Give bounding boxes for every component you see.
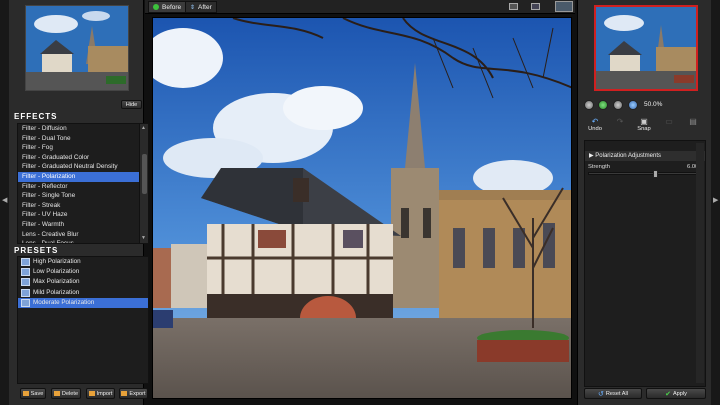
effect-item[interactable]: Filter - Fog — [18, 143, 140, 153]
preview-thumbnail — [25, 5, 129, 91]
effect-item[interactable]: Filter - Graduated Neutral Density — [18, 162, 140, 172]
adjustments-scrollbar[interactable] — [696, 143, 704, 383]
after-indicator-icon: ⇕ — [190, 4, 196, 11]
effect-item[interactable]: Filter - Streak — [18, 201, 140, 211]
right-panel-toggle[interactable]: ▶ — [711, 0, 720, 405]
effect-item[interactable]: Lens - Creative Blur — [18, 230, 140, 240]
effect-item[interactable]: Filter - Reflector — [18, 182, 140, 192]
zoom-in-icon[interactable] — [613, 100, 623, 110]
effects-scrollbar[interactable]: ▲ ▼ — [139, 124, 148, 243]
save-button[interactable]: Save — [20, 388, 46, 399]
redo-button[interactable]: ↷ — [612, 117, 628, 126]
scrollbar-thumb[interactable] — [142, 154, 147, 194]
single-view-icon[interactable] — [509, 3, 518, 10]
preset-item[interactable]: Mild Polarization — [18, 288, 148, 298]
scroll-up-icon[interactable]: ▲ — [141, 125, 146, 131]
image-canvas[interactable] — [152, 17, 572, 399]
effect-item[interactable]: Filter - Diffusion — [18, 124, 140, 134]
effect-item[interactable]: Filter - Polarization — [18, 171, 140, 182]
preset-item[interactable]: Low Polarization — [18, 267, 148, 277]
preset-label: Mild Polarization — [33, 288, 80, 296]
presets-list: High Polarization Low Polarization Max Pol… — [17, 256, 149, 384]
preset-icon — [21, 258, 30, 267]
snap-icon: ▣ — [640, 117, 648, 126]
export-button[interactable]: Export — [119, 388, 148, 399]
preset-label: Moderate Polarization — [33, 298, 95, 306]
export-icon — [121, 391, 128, 396]
adjustments-header[interactable]: ▶ Polarization Adjustments — [585, 151, 705, 161]
effect-item[interactable]: Lens - Dual Focus — [18, 239, 140, 243]
effect-item[interactable]: Filter - Graduated Color — [18, 153, 140, 163]
effect-item[interactable]: Filter - Warmth — [18, 220, 140, 230]
strength-slider[interactable] — [588, 170, 698, 178]
redo-icon: ↷ — [616, 117, 624, 126]
compare-button[interactable]: ▭ — [662, 117, 676, 126]
before-indicator-icon — [153, 4, 159, 10]
notes-button[interactable]: ▤ — [686, 117, 700, 126]
preset-icon — [21, 268, 30, 277]
zoom-actual-icon[interactable] — [628, 100, 638, 110]
scroll-down-icon[interactable]: ▼ — [141, 235, 146, 241]
expand-arrow-icon: ▶ — [589, 153, 594, 159]
tab-before[interactable]: Before — [148, 1, 187, 13]
undo-icon: ↶ — [591, 117, 599, 126]
preset-icon — [21, 298, 30, 307]
check-icon: ✔ — [665, 390, 671, 398]
zoom-fit-icon[interactable] — [598, 100, 608, 110]
right-panel: 50.0% ↶ Undo ↷ ▣ Snap ▭ ▤ ▶ Polarization A… — [577, 0, 711, 405]
effects-title: EFFECTS — [14, 112, 58, 121]
delete-button[interactable]: Delete — [51, 388, 81, 399]
preset-item[interactable]: High Polarization — [18, 257, 148, 267]
import-button[interactable]: Import — [86, 388, 115, 399]
preset-icon — [21, 278, 30, 287]
import-icon — [88, 391, 95, 396]
preset-item[interactable]: Moderate Polarization — [18, 297, 148, 308]
zoom-out-icon[interactable] — [584, 100, 594, 110]
tab-after[interactable]: ⇕ After — [185, 1, 217, 13]
left-panel-toggle[interactable]: ◀ — [0, 0, 9, 405]
snap-button[interactable]: ▣ Snap — [635, 117, 653, 132]
preset-icon — [21, 288, 30, 297]
reset-icon: ↺ — [598, 390, 604, 398]
effect-item[interactable]: Filter - Dual Tone — [18, 134, 140, 144]
edited-photo — [153, 18, 571, 398]
preset-label: Max Polarization — [33, 278, 80, 286]
delete-icon — [53, 391, 60, 396]
effects-list: Filter - Diffusion Filter - Dual Tone Filt… — [17, 123, 149, 244]
reset-all-button[interactable]: ↺ Reset All — [584, 388, 642, 399]
save-icon — [22, 391, 29, 396]
undo-button[interactable]: ↶ Undo — [586, 117, 604, 132]
left-panel: Hide EFFECTS Filter - Diffusion Filter - … — [9, 0, 149, 405]
compare-icon: ▭ — [665, 117, 673, 126]
presets-title: PRESETS — [14, 246, 59, 255]
zoom-level: 50.0% — [644, 101, 663, 108]
split-view-icon[interactable] — [531, 3, 540, 10]
notes-icon: ▤ — [689, 117, 697, 126]
preset-label: High Polarization — [33, 258, 81, 265]
strength-label: Strength — [588, 164, 610, 170]
left-arrow-icon: ◀ — [2, 197, 8, 204]
strength-slider-handle[interactable] — [652, 170, 658, 178]
adjustments-panel: ▶ Polarization Adjustments Strength 6.00 — [584, 140, 706, 387]
hide-button[interactable]: Hide — [121, 100, 142, 109]
apply-button[interactable]: ✔ Apply — [646, 388, 706, 399]
right-arrow-icon: ▶ — [713, 197, 719, 204]
preset-item[interactable]: Max Polarization — [18, 277, 148, 287]
view-toolbar: Before ⇕ After — [145, 0, 575, 14]
effect-item[interactable]: Filter - UV Haze — [18, 210, 140, 220]
effect-item[interactable]: Filter - Single Tone — [18, 191, 140, 201]
compare-view-icon[interactable] — [555, 1, 573, 12]
preset-label: Low Polarization — [33, 268, 80, 276]
navigator-thumbnail[interactable] — [594, 5, 698, 91]
